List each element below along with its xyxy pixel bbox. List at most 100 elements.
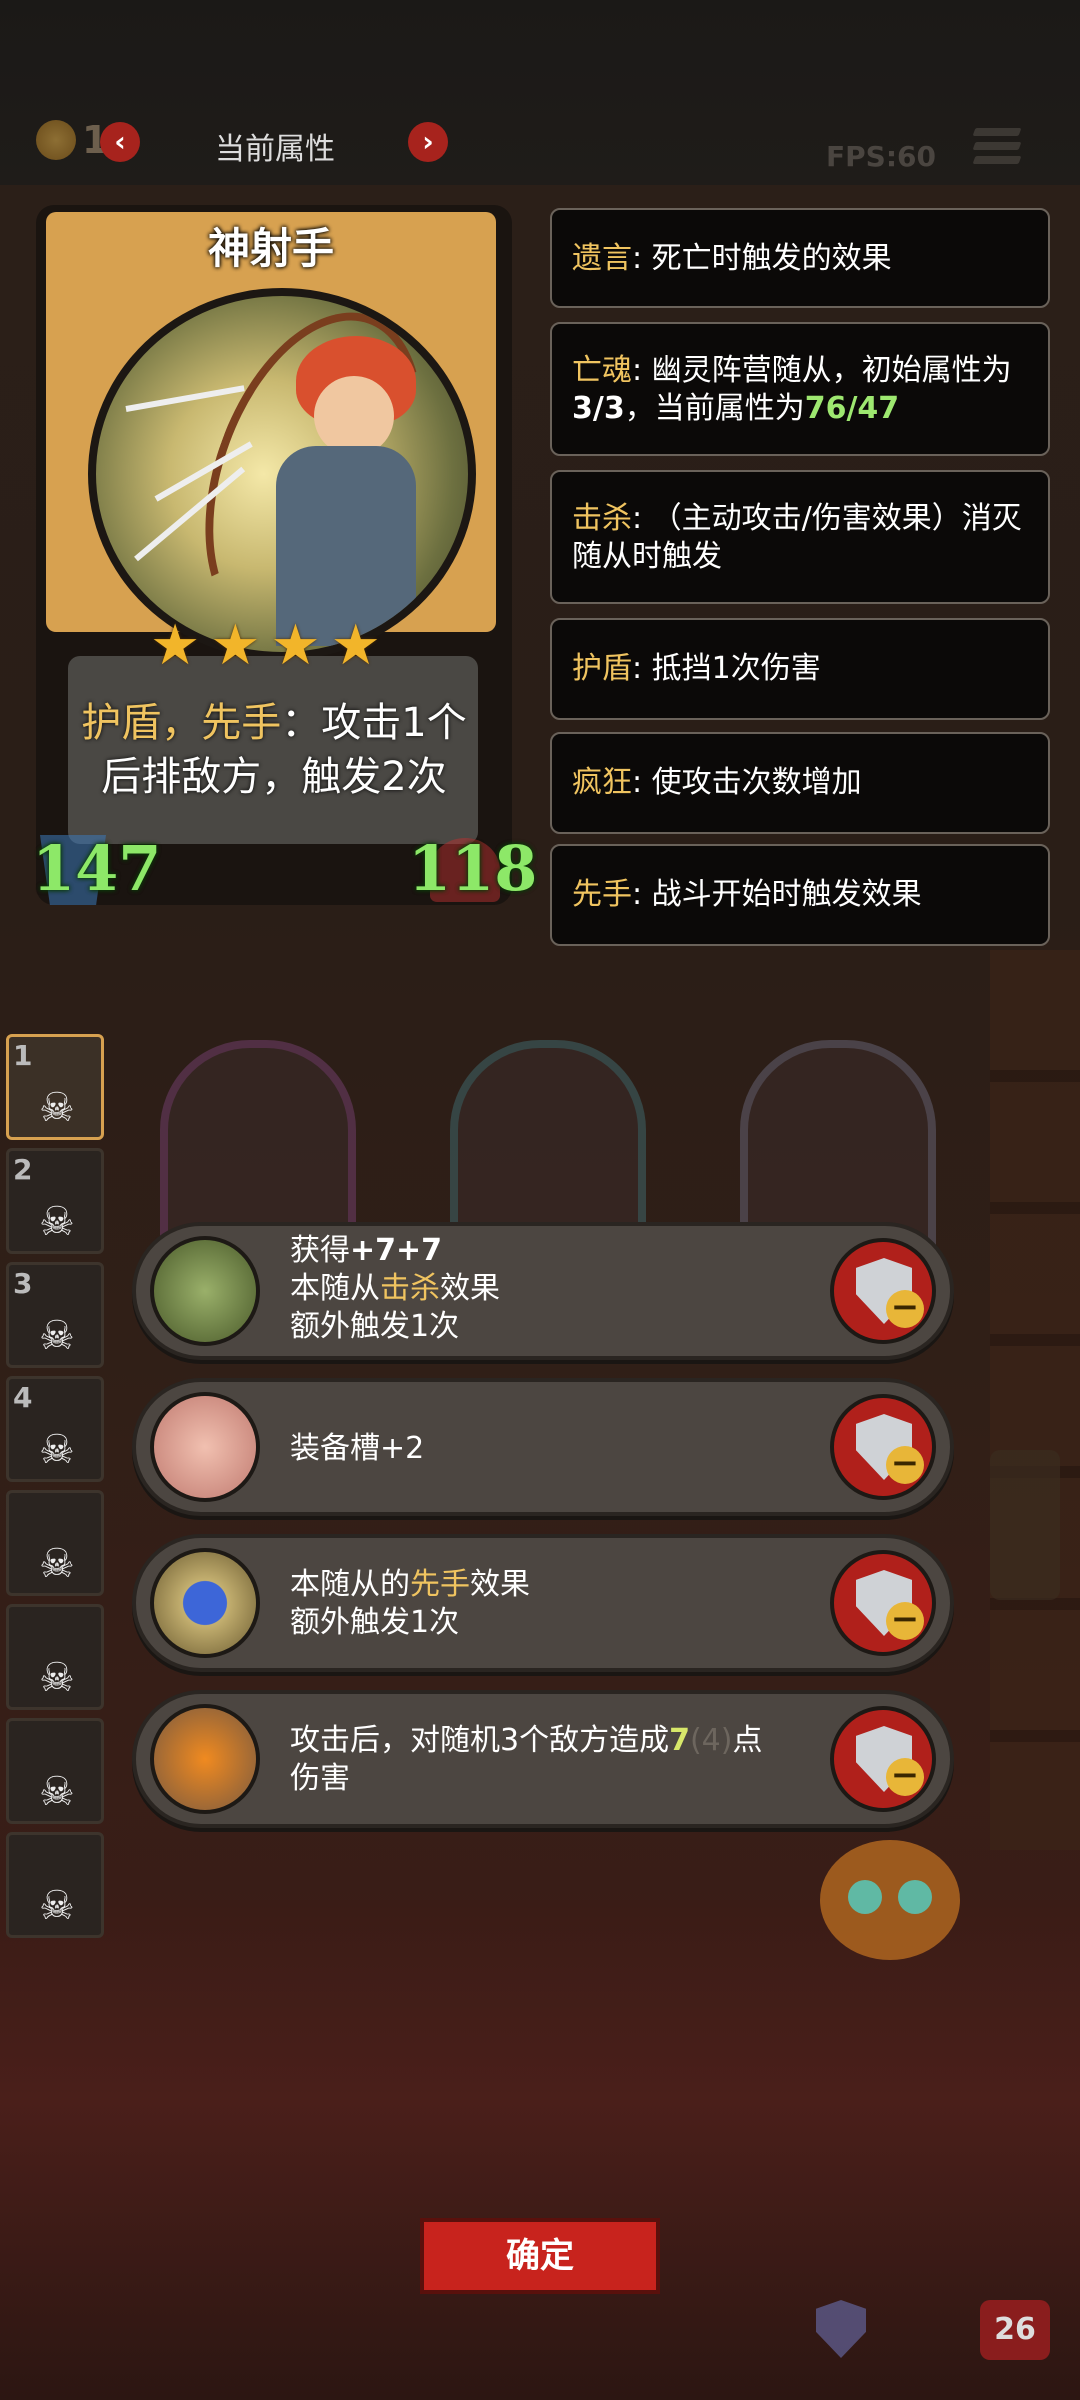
remove-equipment-button[interactable]: − [830, 1394, 936, 1500]
skull-icon: ☠ [39, 1085, 75, 1131]
confirm-button[interactable]: 确定 [420, 2218, 660, 2294]
base-damage: (4) [689, 1723, 733, 1758]
star-icon: ★ [270, 613, 321, 678]
equip-text: 伤害 [290, 1761, 350, 1796]
keyword-text: ，当前属性为 [624, 391, 805, 426]
initial-stats: 3/3 [572, 391, 625, 426]
attack-value: 147 [32, 832, 162, 905]
equipment-description: 本随从的先手效果 额外触发1次 [290, 1566, 530, 1642]
side-slot[interactable]: ☠ [6, 1490, 104, 1596]
slot-number: 3 [13, 1267, 33, 1300]
remove-equipment-button[interactable]: − [830, 1550, 936, 1656]
next-page-button[interactable]: › [408, 122, 448, 162]
star-icon: ★ [330, 613, 381, 678]
equip-text: 攻击后，对随机3个敌方造成 [290, 1723, 670, 1758]
keyword-text: : 幽灵阵营随从，初始属性为 [632, 353, 1012, 388]
floor-background [0, 1900, 1080, 2400]
menu-icon[interactable] [972, 128, 1022, 174]
page-title: 当前属性 [215, 132, 335, 167]
bookshelf-decoration [990, 950, 1080, 1850]
equip-text: 点 [732, 1723, 763, 1758]
keyword-panel-deathrattle: 遗言: 死亡时触发的效果 [550, 208, 1050, 308]
star-icon: ★ [210, 613, 261, 678]
skull-icon: ☠ [39, 1769, 75, 1815]
skull-icon: ☠ [39, 1427, 75, 1473]
skull-icon: ☠ [39, 1313, 75, 1359]
lamp-decoration [990, 1450, 1060, 1600]
prev-page-button[interactable]: ‹ [100, 122, 140, 162]
minus-icon: − [886, 1290, 924, 1328]
pumpkin-eye [898, 1880, 932, 1914]
keyword-text: : 战斗开始时触发效果 [632, 877, 922, 912]
slot-number: 2 [13, 1153, 33, 1186]
side-slot[interactable]: ☠ [6, 1832, 104, 1938]
equipment-row: 本随从的先手效果 额外触发1次 − [132, 1534, 954, 1672]
skull-icon: ☠ [39, 1199, 75, 1245]
minus-icon: − [886, 1758, 924, 1796]
current-stats: 76/47 [804, 391, 900, 426]
keyword-text: : （主动攻击/伤害效果）消灭 [632, 501, 1022, 536]
lute-icon [150, 1236, 260, 1346]
side-slot[interactable]: 2 ☠ [6, 1148, 104, 1254]
orb-icon [150, 1548, 260, 1658]
keyword-text: : 抵挡1次伤害 [632, 651, 821, 686]
equipment-row: 装备槽+2 − [132, 1378, 954, 1516]
keyword-text: 随从时触发 [572, 539, 722, 574]
side-slot[interactable]: ☠ [6, 1604, 104, 1710]
remove-equipment-button[interactable]: − [830, 1238, 936, 1344]
card-name: 神射手 [207, 224, 334, 273]
health-value: 118 [408, 832, 538, 905]
equip-text: 效果 [440, 1271, 500, 1306]
slot-number: 1 [13, 1039, 33, 1072]
equipment-description: 装备槽+2 [290, 1430, 424, 1468]
star-rating: ★ ★ ★ ★ [150, 613, 400, 678]
desc-line1: ：攻击1个 [281, 700, 467, 746]
keyword-name: 亡魂 [572, 353, 632, 388]
equip-text: 额外触发1次 [290, 1605, 460, 1640]
keyword-panel-frenzy: 疯狂: 使攻击次数增加 [550, 732, 1050, 834]
remove-equipment-button[interactable]: − [830, 1706, 936, 1812]
minus-icon: − [886, 1602, 924, 1640]
card-portrait [88, 288, 476, 660]
pumpkin-decoration [820, 1840, 960, 1960]
archer-face [314, 376, 394, 456]
separator: ， [161, 700, 202, 746]
keyword-first-strike: 先手 [201, 700, 282, 746]
side-slot[interactable]: 1 ☠ [6, 1034, 104, 1140]
keyword-panel-first-strike: 先手: 战斗开始时触发效果 [550, 844, 1050, 946]
equipment-description: 攻击后，对随机3个敌方造成7(4)点 伤害 [290, 1722, 762, 1798]
damage-value: 7 [669, 1723, 690, 1758]
pig-icon [150, 1392, 260, 1502]
equip-text: 额外触发1次 [290, 1309, 460, 1344]
coin-icon [36, 120, 76, 160]
skull-icon: ☠ [39, 1541, 75, 1587]
keyword-text: : 死亡时触发的效果 [632, 241, 892, 276]
minus-icon: − [886, 1446, 924, 1484]
star-icon: ★ [150, 613, 201, 678]
arrow-image [125, 385, 245, 412]
fire-explosion-icon [150, 1704, 260, 1814]
keyword-panel-ghost: 亡魂: 幽灵阵营随从，初始属性为 3/3，当前属性为76/47 [550, 322, 1050, 456]
keyword-name: 护盾 [572, 651, 632, 686]
equip-bonus: +7+7 [350, 1233, 443, 1268]
keyword-panel-shield: 护盾: 抵挡1次伤害 [550, 618, 1050, 720]
slot-number: 4 [13, 1381, 33, 1414]
equip-text: 本随从 [290, 1271, 380, 1306]
pumpkin-eye [848, 1880, 882, 1914]
keyword-shield: 护盾 [81, 700, 162, 746]
side-slot[interactable]: ☠ [6, 1718, 104, 1824]
keyword-text: : 使攻击次数增加 [632, 765, 862, 800]
side-slot[interactable]: 4 ☠ [6, 1376, 104, 1482]
equipment-description: 获得+7+7 本随从击杀效果 额外触发1次 [290, 1232, 500, 1346]
keyword-panel-kill: 击杀: （主动攻击/伤害效果）消灭 随从时触发 [550, 470, 1050, 604]
keyword-name: 先手 [572, 877, 632, 912]
keyword-first-strike: 先手 [410, 1567, 470, 1602]
desc-line2: 后排敌方，触发2次 [101, 754, 447, 800]
side-slot[interactable]: 3 ☠ [6, 1262, 104, 1368]
keyword-name: 击杀 [572, 501, 632, 536]
keyword-name: 遗言 [572, 241, 632, 276]
skull-icon: ☠ [39, 1655, 75, 1701]
keyword-name: 疯狂 [572, 765, 632, 800]
equip-text: 获得 [290, 1233, 350, 1268]
skull-icon: ☠ [39, 1883, 75, 1929]
